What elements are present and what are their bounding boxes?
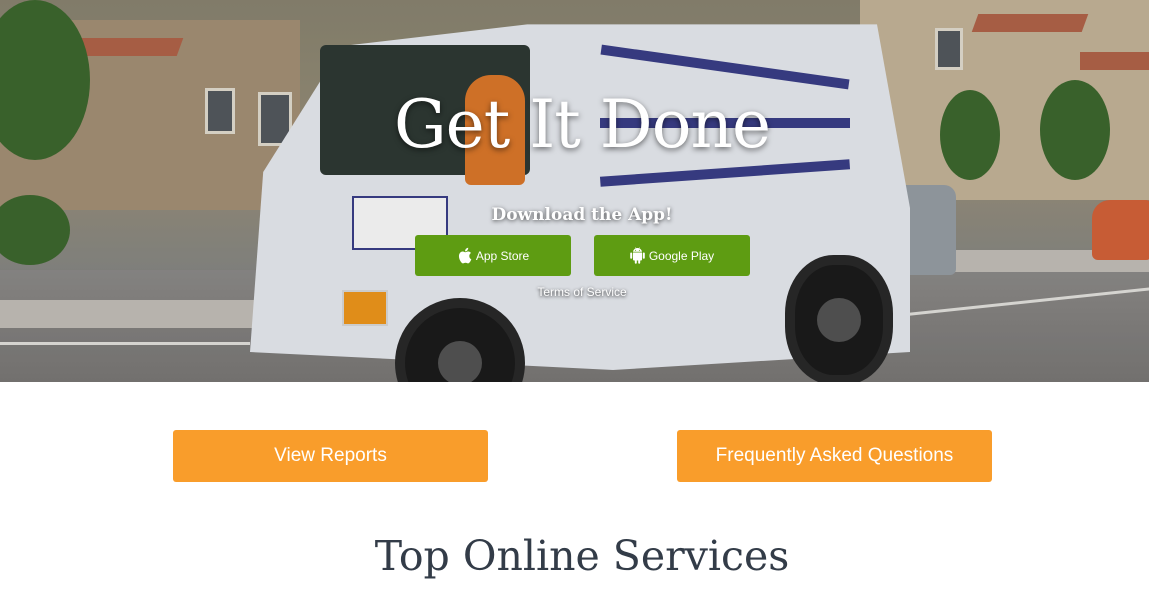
android-icon [630,247,645,264]
hero-banner: Get It Done Download the App! App Store … [0,0,1149,382]
app-store-label: App Store [475,248,530,263]
section-title: Top Online Services [374,532,790,580]
google-play-label: Google Play [648,248,715,263]
faq-button[interactable]: Frequently Asked Questions [677,430,992,482]
google-play-button[interactable]: Google Play [594,235,750,276]
view-reports-button[interactable]: View Reports [173,430,488,482]
apple-icon [457,247,472,264]
hero-subtitle: Download the App! [491,205,673,225]
hero-title: Get It Done [393,86,771,163]
terms-of-service-link[interactable]: Terms of Service [0,285,1149,299]
app-store-button[interactable]: App Store [415,235,571,276]
